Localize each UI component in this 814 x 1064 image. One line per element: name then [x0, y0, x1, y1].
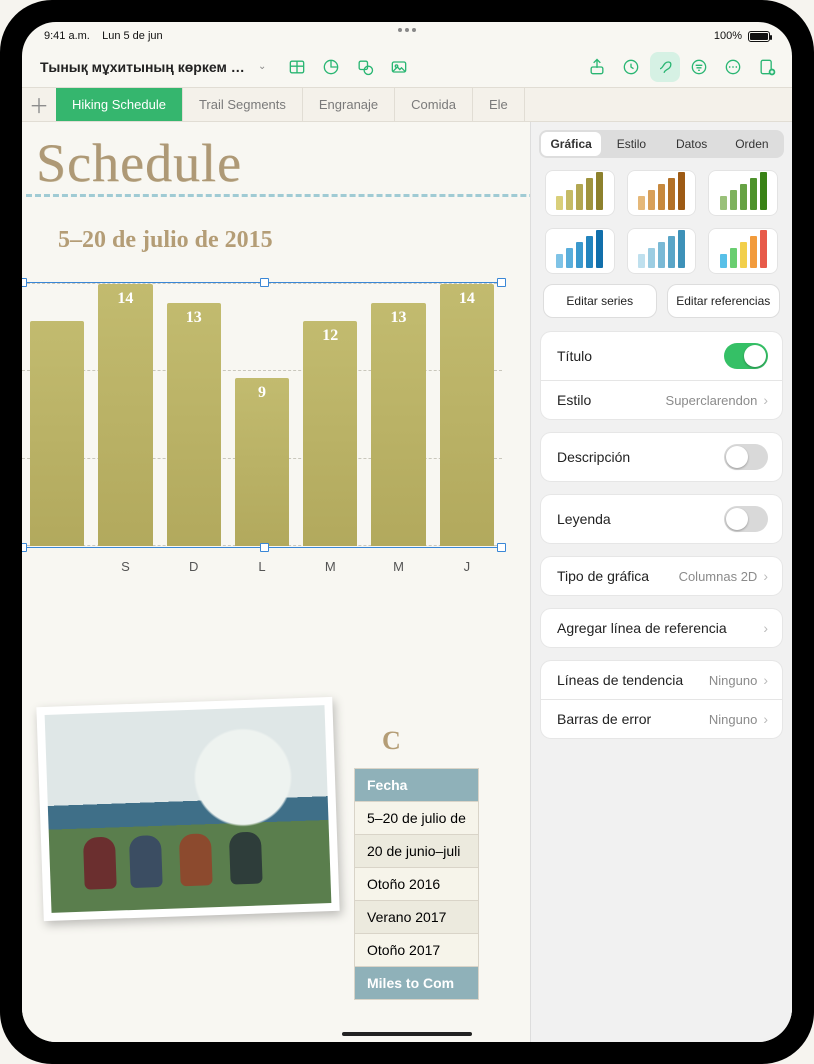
format-brush-button[interactable]	[650, 52, 680, 82]
chevron-right-icon: ›	[763, 568, 768, 584]
x-axis-label: M	[303, 559, 357, 574]
sheet-tab[interactable]: Hiking Schedule	[56, 88, 183, 121]
bar[interactable]: 13	[167, 303, 221, 546]
insert-chart-button[interactable]	[316, 52, 346, 82]
bar-value-label: 13	[186, 309, 202, 327]
row-add-reference-line[interactable]: Agregar línea de referencia ›	[541, 609, 782, 647]
row-style[interactable]: Estilo Superclarendon›	[541, 380, 782, 419]
x-axis-label: D	[167, 559, 221, 574]
chevron-right-icon: ›	[763, 672, 768, 688]
status-bar: 9:41 a.m. Lun 5 de jun 100%	[22, 22, 792, 46]
more-button[interactable]	[718, 52, 748, 82]
bar-value-label: 14	[459, 290, 475, 308]
bar[interactable]: 9	[235, 378, 289, 546]
x-axis-label: L	[235, 559, 289, 574]
insert-media-button[interactable]	[384, 52, 414, 82]
chevron-right-icon: ›	[763, 711, 768, 727]
chart-style-thumb[interactable]	[627, 228, 697, 274]
row-legend[interactable]: Leyenda	[541, 495, 782, 543]
section-title: C	[354, 726, 479, 768]
dates-table[interactable]: C Fecha5–20 de julio de20 de junio–juliO…	[354, 726, 479, 1000]
x-axis-label: M	[371, 559, 425, 574]
navbar: Тынық мұхитының көркем жолдары ⌄	[22, 46, 792, 88]
chart-style-grid	[531, 164, 792, 284]
sheet-tabs: ＋ Hiking ScheduleTrail SegmentsEngranaje…	[22, 88, 792, 122]
table-row[interactable]: 20 de junio–juli	[355, 835, 479, 868]
chevron-right-icon: ›	[763, 620, 768, 636]
row-chart-type[interactable]: Tipo de gráfica Columnas 2D›	[541, 557, 782, 595]
chart-style-thumb[interactable]	[545, 228, 615, 274]
add-sheet-button[interactable]: ＋	[22, 88, 56, 121]
back-button[interactable]	[32, 54, 36, 80]
document-title[interactable]: Тынық мұхитының көркем жолдары	[40, 59, 250, 75]
bar-value-label: 13	[391, 309, 407, 327]
table-row[interactable]: Otoño 2016	[355, 868, 479, 901]
x-axis-label: S	[98, 559, 152, 574]
segment-datos[interactable]: Datos	[662, 132, 722, 156]
undo-history-button[interactable]	[616, 52, 646, 82]
chart-style-thumb[interactable]	[545, 170, 615, 216]
table-header[interactable]: Fecha	[355, 769, 479, 802]
table-row[interactable]: 5–20 de julio de	[355, 802, 479, 835]
chart-style-thumb[interactable]	[627, 170, 697, 216]
toggle-title[interactable]	[724, 343, 768, 369]
sheet-tab[interactable]: Ele	[473, 88, 525, 121]
toggle-legend[interactable]	[724, 506, 768, 532]
bar-chart[interactable]: 14139121314 SDLMMJ	[22, 260, 512, 588]
bar-value-label: 12	[322, 327, 338, 345]
chevron-right-icon: ›	[763, 392, 768, 408]
chart-style-thumb[interactable]	[708, 228, 778, 274]
share-button[interactable]	[582, 52, 612, 82]
segment-gráfica[interactable]: Gráfica	[541, 132, 601, 156]
segment-estilo[interactable]: Estilo	[601, 132, 661, 156]
segment-orden[interactable]: Orden	[722, 132, 782, 156]
battery-icon	[748, 31, 770, 42]
toggle-description[interactable]	[724, 444, 768, 470]
x-axis-label	[30, 559, 84, 574]
bar[interactable]: 14	[440, 284, 494, 546]
insert-table-button[interactable]	[282, 52, 312, 82]
row-error-bars[interactable]: Barras de error Ninguno›	[541, 699, 782, 738]
bar[interactable]	[30, 321, 84, 546]
bar[interactable]: 13	[371, 303, 425, 546]
collaborate-button[interactable]	[752, 52, 782, 82]
bar-value-label: 9	[258, 384, 266, 402]
table-footer[interactable]: Miles to Com	[355, 967, 479, 1000]
canvas[interactable]: Schedule 5–20 de julio de 2015 141391213…	[22, 122, 792, 1042]
multitask-dots[interactable]	[398, 28, 416, 32]
x-axis-label: J	[440, 559, 494, 574]
bar[interactable]: 14	[98, 284, 152, 546]
edit-references-button[interactable]: Editar referencias	[667, 284, 781, 318]
insert-shape-button[interactable]	[350, 52, 380, 82]
filter-sort-button[interactable]	[684, 52, 714, 82]
sheet-tab[interactable]: Comida	[395, 88, 473, 121]
format-panel: GráficaEstiloDatosOrden Editar series Ed…	[530, 122, 792, 1042]
status-time: 9:41 a.m.	[44, 30, 90, 42]
row-title[interactable]: Título	[541, 332, 782, 380]
row-description[interactable]: Descripción	[541, 433, 782, 481]
row-trendlines[interactable]: Líneas de tendencia Ninguno›	[541, 661, 782, 699]
panel-segments[interactable]: GráficaEstiloDatosOrden	[539, 130, 784, 158]
edit-series-button[interactable]: Editar series	[543, 284, 657, 318]
status-battery-pct: 100%	[714, 30, 742, 42]
home-indicator[interactable]	[342, 1032, 472, 1036]
chart-style-thumb[interactable]	[708, 170, 778, 216]
table-row[interactable]: Otoño 2017	[355, 934, 479, 967]
table-row[interactable]: Verano 2017	[355, 901, 479, 934]
sheet-tab[interactable]: Trail Segments	[183, 88, 303, 121]
sheet-tab[interactable]: Engranaje	[303, 88, 395, 121]
status-date: Lun 5 de jun	[102, 30, 163, 42]
title-menu-chevron-icon[interactable]: ⌄	[258, 61, 266, 72]
bar-value-label: 14	[117, 290, 133, 308]
bar[interactable]: 12	[303, 321, 357, 546]
photo-placeholder[interactable]	[36, 697, 339, 921]
